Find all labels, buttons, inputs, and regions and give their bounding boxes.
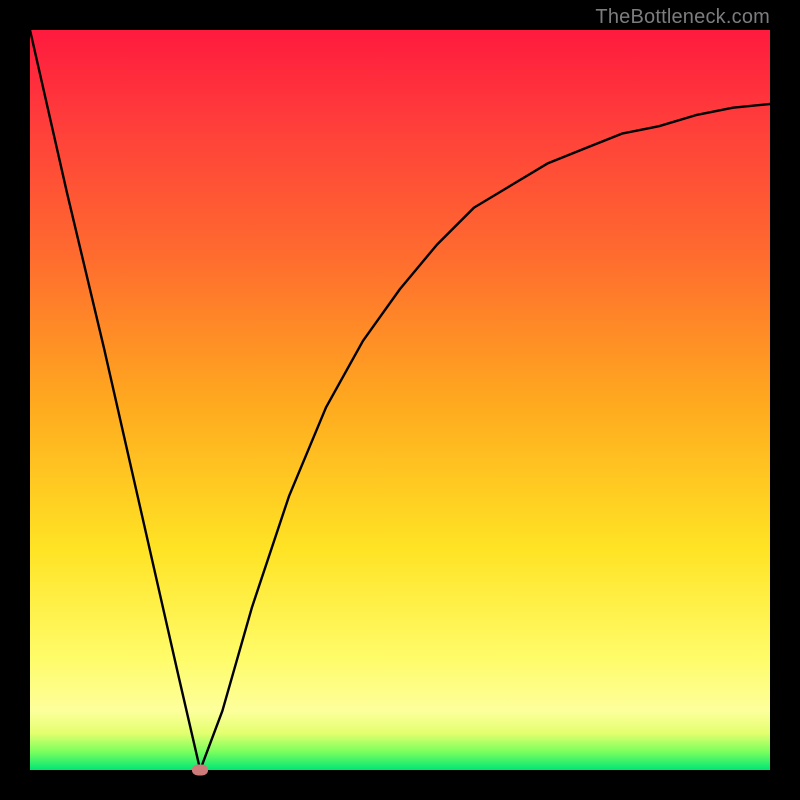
bottleneck-curve bbox=[30, 30, 770, 770]
plot-area bbox=[30, 30, 770, 770]
chart-frame: TheBottleneck.com bbox=[0, 0, 800, 800]
optimum-marker bbox=[192, 765, 208, 776]
attribution-text: TheBottleneck.com bbox=[595, 6, 770, 29]
